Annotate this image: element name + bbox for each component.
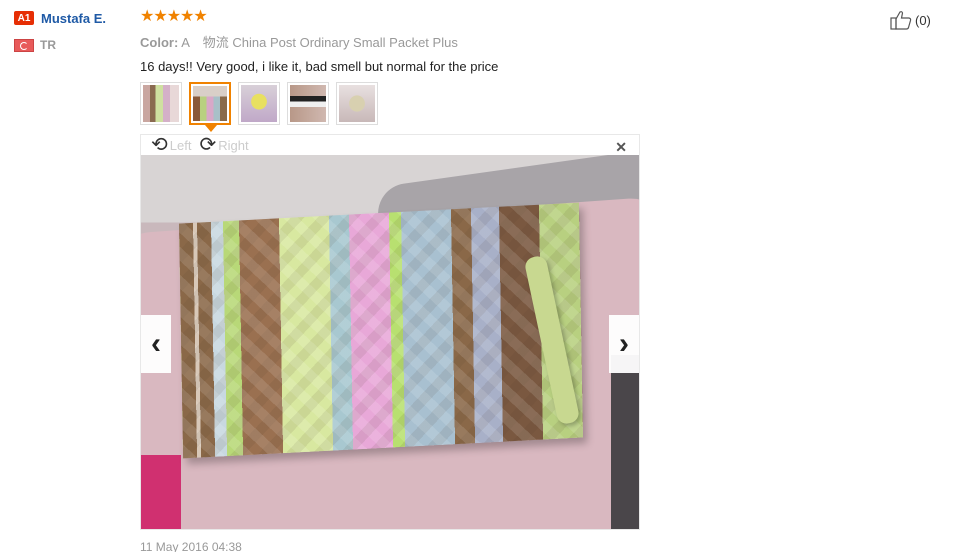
thumbnail-image — [143, 85, 179, 122]
thumbnail-image — [241, 85, 277, 122]
chevron-right-icon[interactable]: › — [609, 315, 639, 373]
rotate-left-button[interactable]: ⟲ Left — [151, 134, 192, 156]
rotate-right-label: Right — [218, 137, 249, 153]
thumbs-up-icon — [890, 11, 912, 30]
review-thumbnail[interactable] — [238, 82, 280, 125]
review-photo-thumbnails — [140, 82, 900, 132]
reviewer-country: TR — [14, 38, 134, 52]
clutch-bag-image — [178, 202, 584, 459]
shipping-method: 物流 China Post Ordinary Small Packet Plus — [202, 35, 458, 50]
review-thumbnail[interactable] — [336, 82, 378, 125]
country-code: TR — [40, 38, 56, 52]
reviewer-info: A1 Mustafa E. TR — [14, 10, 134, 52]
rotate-right-icon: ⟳ — [199, 134, 217, 156]
reviewer-row: A1 Mustafa E. — [14, 10, 134, 26]
buyer-level-badge: A1 — [14, 11, 34, 25]
reviewer-name[interactable]: Mustafa E. — [41, 11, 106, 26]
helpful-count: (0) — [915, 12, 931, 28]
thumbnail-image — [290, 85, 326, 122]
review-content: ★ ★ ★ ★ ★ Color: A 物流 China Post Ordinar… — [140, 8, 900, 132]
star-icon: ★ — [166, 8, 181, 25]
review-thumbnail-active[interactable] — [189, 82, 231, 132]
star-icon: ★ — [180, 8, 194, 25]
star-rating: ★ ★ ★ ★ ★ — [140, 8, 900, 26]
photo-background — [141, 455, 181, 529]
thumbnail-image — [339, 85, 375, 122]
turkey-flag-icon — [14, 38, 34, 52]
order-info: Color: A 物流 China Post Ordinary Small Pa… — [140, 32, 900, 51]
star-icon: ★ — [193, 8, 207, 25]
rotate-left-icon: ⟲ — [151, 134, 168, 156]
review-thumbnail[interactable] — [287, 82, 329, 125]
photo-background — [611, 355, 639, 529]
color-value: A — [181, 35, 190, 50]
thumbnail-image — [193, 86, 227, 121]
review-thumbnail[interactable] — [140, 82, 182, 125]
star-icon: ★ — [153, 8, 167, 25]
color-label: Color: — [140, 35, 179, 50]
rotate-left-label: Left — [169, 137, 192, 153]
review-date: 11 May 2016 04:38 — [140, 540, 242, 552]
review-text: 16 days!! Very good, i like it, bad smel… — [140, 59, 499, 74]
photo-viewer-toolbar: ⟲ Left ⟳ Right ✕ — [141, 135, 639, 155]
star-icon: ★ — [140, 8, 154, 25]
helpful-button[interactable]: (0) — [890, 10, 931, 30]
photo-viewer: ⟲ Left ⟳ Right ✕ ‹ › — [140, 134, 640, 530]
review-photo: ‹ › — [141, 155, 639, 529]
rotate-right-button[interactable]: ⟳ Right — [199, 134, 249, 156]
close-icon[interactable]: ✕ — [615, 139, 627, 156]
chevron-left-icon[interactable]: ‹ — [141, 315, 171, 373]
